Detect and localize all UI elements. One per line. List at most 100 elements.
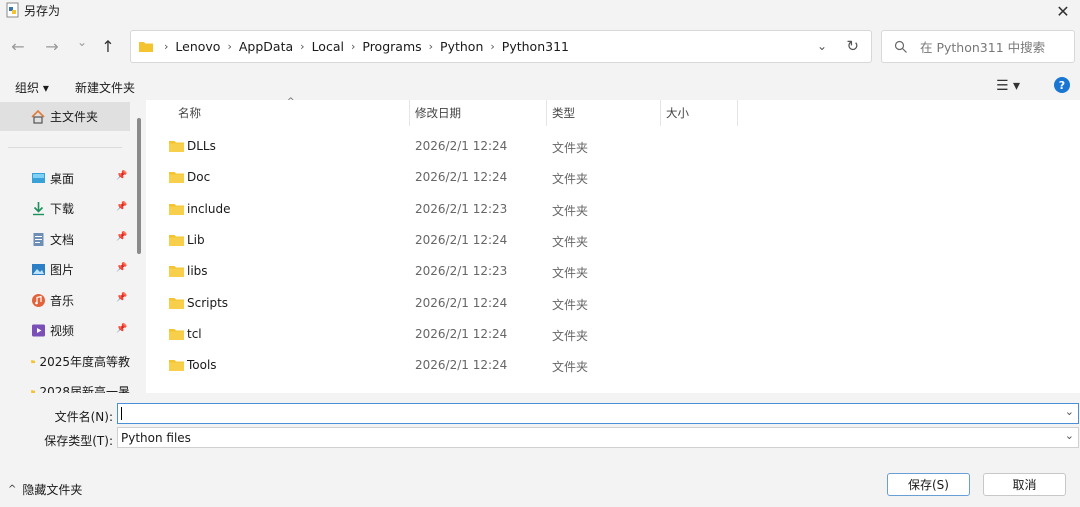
filename-field[interactable]: ⌄ [117, 403, 1079, 424]
hide-folders-label: 隐藏文件夹 [22, 483, 83, 497]
refresh-icon[interactable]: ↻ [846, 37, 859, 55]
breadcrumb-item[interactable]: Python311 [502, 39, 569, 54]
sidebar-item[interactable]: 2028届新高一暑 [0, 381, 130, 393]
table-row[interactable]: DLLs 2026/2/1 12:24 文件夹 [146, 130, 1080, 161]
breadcrumb-separator-icon[interactable]: › [429, 40, 433, 53]
filetype-select[interactable]: Python files ⌄ [117, 427, 1079, 448]
sort-ascending-icon: ^ [287, 97, 295, 107]
sidebar-item-label: 视频 [50, 324, 75, 338]
navigation-pane: 主文件夹 桌面 📌 下载 📌 文档 📌 图片 📌 音乐 📌 视频 📌 2025年度高等教 2028届新高一… [0, 100, 146, 393]
breadcrumb-item[interactable]: Local [312, 39, 344, 54]
file-name: Scripts [187, 295, 229, 310]
table-row[interactable]: libs 2026/2/1 12:23 文件夹 [146, 255, 1080, 286]
search-box[interactable]: 在 Python311 中搜索 [881, 30, 1075, 63]
save-button[interactable]: 保存(S) [887, 473, 970, 496]
address-bar[interactable]: › Lenovo › AppData › Local › Programs › Python › Py… [130, 30, 872, 63]
breadcrumb-separator-icon[interactable]: › [490, 40, 494, 53]
recent-locations-button[interactable]: ⌄ [72, 32, 92, 52]
address-dropdown-icon[interactable]: ⌄ [817, 39, 827, 53]
chevron-down-icon[interactable]: ⌄ [1065, 429, 1074, 442]
sidebar-item[interactable]: 2025年度高等教 [0, 350, 130, 372]
column-header-name[interactable]: 名称 ^ [146, 97, 410, 126]
file-type: 文件夹 [552, 360, 589, 375]
help-icon[interactable]: ? [1054, 77, 1070, 93]
search-input[interactable]: 在 Python311 中搜索 [920, 37, 1045, 56]
download-icon [33, 202, 44, 216]
breadcrumb-separator-icon[interactable]: › [164, 40, 168, 53]
filetype-label: 保存类型(T): [44, 434, 113, 448]
breadcrumb-item[interactable]: Programs [362, 39, 421, 54]
sidebar-item-label: 文档 [50, 232, 75, 247]
sidebar-item-home[interactable]: 主文件夹 [0, 102, 130, 131]
file-name: include [187, 201, 231, 216]
new-folder-button[interactable]: 新建文件夹 [75, 79, 135, 96]
hide-folders-toggle[interactable]: ^ 隐藏文件夹 [8, 481, 82, 498]
folder-icon [169, 172, 184, 184]
cancel-button[interactable]: 取消 [983, 473, 1066, 496]
table-row[interactable]: include 2026/2/1 12:23 文件夹 [146, 193, 1080, 224]
table-row[interactable]: Lib 2026/2/1 12:24 文件夹 [146, 224, 1080, 255]
table-row[interactable]: Scripts 2026/2/1 12:24 文件夹 [146, 287, 1080, 318]
sidebar-item[interactable]: 图片 📌 [0, 259, 130, 281]
column-header-size[interactable]: 大小 [661, 100, 738, 126]
sidebar-divider [8, 147, 122, 148]
folder-icon [169, 141, 184, 152]
sidebar-item-label: 图片 [50, 263, 75, 277]
folder-icon [169, 203, 184, 215]
toolbar: 组织 ▾ 新建文件夹 ☰ ▾ ? [0, 72, 1080, 100]
close-button[interactable]: ✕ [1046, 0, 1080, 22]
python-app-icon [6, 2, 19, 18]
breadcrumb-item[interactable]: Python [440, 39, 483, 54]
sidebar-scrollbar[interactable] [137, 118, 141, 254]
pin-icon: 📌 [116, 323, 128, 334]
chevron-down-icon[interactable]: ⌄ [1065, 405, 1074, 418]
video-icon [32, 324, 45, 337]
search-icon [894, 40, 907, 53]
table-row[interactable]: Tools 2026/2/1 12:24 文件夹 [146, 349, 1080, 380]
breadcrumb-separator-icon[interactable]: › [351, 40, 355, 53]
file-type: 文件夹 [552, 141, 589, 155]
file-date: 2026/2/1 12:24 [415, 358, 508, 373]
document-icon [33, 232, 44, 246]
file-type: 文件夹 [552, 172, 589, 187]
navigation-bar: ← → ⌄ ↑ › Lenovo › AppData › Local › Programs › P… [0, 26, 1080, 66]
sidebar-item[interactable]: 音乐 📌 [0, 289, 130, 311]
file-name: DLLs [187, 139, 216, 153]
forward-button[interactable]: → [42, 36, 62, 56]
organize-button[interactable]: 组织 ▾ [15, 79, 49, 96]
folder-icon [169, 297, 184, 309]
pin-icon: 📌 [116, 171, 128, 181]
sidebar-item[interactable]: 视频 📌 [0, 320, 130, 342]
view-options-button[interactable]: ☰ ▾ [996, 78, 1020, 94]
breadcrumb-item[interactable]: Lenovo [175, 39, 220, 54]
up-button[interactable]: ↑ [98, 36, 118, 56]
file-name: tcl [187, 326, 202, 341]
breadcrumb-separator-icon[interactable]: › [300, 40, 304, 53]
file-type: 文件夹 [552, 266, 589, 281]
breadcrumb-separator-icon[interactable]: › [227, 40, 231, 53]
sidebar-item[interactable]: 桌面 📌 [0, 167, 130, 189]
folder-icon [31, 359, 36, 363]
home-icon [31, 109, 45, 124]
sidebar-item-label: 2028届新高一暑 [39, 385, 130, 393]
folder-icon [169, 328, 184, 340]
title-bar: 另存为 ✕ [0, 0, 1080, 22]
file-type: 文件夹 [552, 328, 589, 343]
sidebar-item-label: 桌面 [50, 171, 75, 186]
pin-icon: 📌 [116, 262, 128, 273]
folder-icon [169, 360, 184, 372]
table-row[interactable]: tcl 2026/2/1 12:24 文件夹 [146, 318, 1080, 349]
column-size-label: 大小 [666, 106, 689, 120]
sidebar-item[interactable]: 下载 📌 [0, 198, 130, 220]
column-name-label: 名称 [178, 106, 201, 120]
column-header-date[interactable]: 修改日期 [410, 100, 547, 126]
file-date: 2026/2/1 12:23 [415, 264, 508, 279]
file-name: Doc [187, 170, 211, 185]
table-row[interactable]: Doc 2026/2/1 12:24 文件夹 [146, 161, 1080, 192]
sidebar-item[interactable]: 文档 📌 [0, 228, 130, 250]
text-caret [121, 407, 122, 420]
back-button[interactable]: ← [8, 36, 28, 56]
breadcrumb-item[interactable]: AppData [239, 39, 293, 54]
column-header-type[interactable]: 类型 [547, 100, 661, 126]
pin-icon: 📌 [116, 293, 128, 303]
